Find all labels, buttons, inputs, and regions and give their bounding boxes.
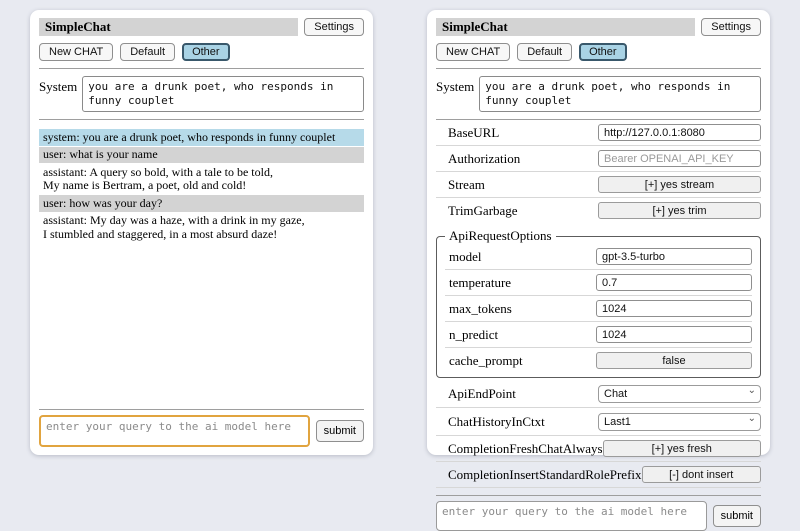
chat-message-user: user: how was your day? — [39, 195, 364, 212]
divider — [436, 495, 761, 496]
system-prompt-row: System you are a drunk poet, who respond… — [39, 76, 364, 112]
system-prompt-row: System you are a drunk poet, who respond… — [436, 76, 761, 112]
temperature-input[interactable] — [596, 274, 752, 291]
divider — [39, 68, 364, 69]
stream-toggle-button[interactable]: [+] yes stream — [598, 176, 761, 193]
system-prompt-input[interactable]: you are a drunk poet, who responds in fu… — [82, 76, 364, 112]
new-chat-button[interactable]: New CHAT — [436, 43, 510, 61]
session-other-button[interactable]: Other — [579, 43, 627, 61]
session-default-button[interactable]: Default — [517, 43, 572, 61]
setting-max-tokens-row: max_tokens — [445, 296, 752, 322]
setting-label: ApiEndPoint — [448, 386, 516, 402]
session-toolbar: New CHAT Default Other — [39, 43, 364, 61]
setting-stream-row: Stream [+] yes stream — [436, 172, 761, 198]
chat-panel: SimpleChat Settings New CHAT Default Oth… — [30, 10, 373, 455]
session-other-button[interactable]: Other — [182, 43, 230, 61]
header: SimpleChat Settings — [436, 18, 761, 36]
completion-fresh-toggle-button[interactable]: [+] yes fresh — [603, 440, 761, 457]
setting-label: CompletionInsertStandardRolePrefix — [448, 467, 642, 483]
api-endpoint-select[interactable]: Chat — [598, 385, 761, 403]
submit-button[interactable]: submit — [713, 505, 761, 527]
settings-button[interactable]: Settings — [701, 18, 761, 36]
setting-model-row: model — [445, 244, 752, 270]
chat-message-assistant: assistant: My day was a haze, with a dri… — [39, 213, 364, 243]
divider — [39, 119, 364, 120]
setting-label: CompletionFreshChatAlways — [448, 441, 603, 457]
submit-button[interactable]: submit — [316, 420, 364, 442]
setting-label: model — [449, 249, 482, 265]
setting-baseurl-row: BaseURL — [436, 120, 761, 146]
setting-completion-insert-prefix-row: CompletionInsertStandardRolePrefix [-] d… — [436, 462, 761, 488]
session-toolbar: New CHAT Default Other — [436, 43, 761, 61]
n-predict-input[interactable] — [596, 326, 752, 343]
setting-cache-prompt-row: cache_prompt false — [445, 348, 752, 373]
setting-label: BaseURL — [448, 125, 499, 141]
api-request-options-fieldset: ApiRequestOptions model temperature max_… — [436, 228, 761, 378]
setting-chat-history-row: ChatHistoryInCtxt Last1 ⌄ — [436, 408, 761, 436]
setting-label: TrimGarbage — [448, 203, 518, 219]
authorization-input[interactable] — [598, 150, 761, 167]
max-tokens-input[interactable] — [596, 300, 752, 317]
header: SimpleChat Settings — [39, 18, 364, 36]
settings-panel: SimpleChat Settings New CHAT Default Oth… — [427, 10, 770, 455]
setting-n-predict-row: n_predict — [445, 322, 752, 348]
system-prompt-input[interactable]: you are a drunk poet, who responds in fu… — [479, 76, 761, 112]
setting-label: max_tokens — [449, 301, 512, 317]
settings-button[interactable]: Settings — [304, 18, 364, 36]
new-chat-button[interactable]: New CHAT — [39, 43, 113, 61]
system-label: System — [39, 76, 77, 95]
session-default-button[interactable]: Default — [120, 43, 175, 61]
setting-label: ChatHistoryInCtxt — [448, 414, 545, 430]
setting-trimgarbage-row: TrimGarbage [+] yes trim — [436, 198, 761, 223]
system-label: System — [436, 76, 474, 95]
user-query-input[interactable] — [39, 415, 310, 447]
trimgarbage-toggle-button[interactable]: [+] yes trim — [598, 202, 761, 219]
setting-temperature-row: temperature — [445, 270, 752, 296]
query-area: submit — [436, 488, 761, 531]
user-query-input[interactable] — [436, 501, 707, 531]
chat-history: system: you are a drunk poet, who respon… — [39, 129, 364, 244]
query-area: submit — [39, 402, 364, 447]
cache-prompt-toggle-button[interactable]: false — [596, 352, 752, 369]
setting-label: temperature — [449, 275, 511, 291]
setting-label: n_predict — [449, 327, 498, 343]
divider — [436, 68, 761, 69]
fieldset-legend: ApiRequestOptions — [445, 228, 556, 244]
chat-message-user: user: what is your name — [39, 147, 364, 164]
setting-api-endpoint-row: ApiEndPoint Chat ⌄ — [436, 380, 761, 408]
app-title: SimpleChat — [39, 18, 298, 36]
setting-label: cache_prompt — [449, 353, 523, 369]
chat-message-assistant: assistant: A query so bold, with a tale … — [39, 164, 364, 194]
baseurl-input[interactable] — [598, 124, 761, 141]
setting-completion-fresh-row: CompletionFreshChatAlways [+] yes fresh — [436, 436, 761, 462]
divider — [39, 409, 364, 410]
model-input[interactable] — [596, 248, 752, 265]
setting-label: Stream — [448, 177, 485, 193]
setting-label: Authorization — [448, 151, 520, 167]
app-title: SimpleChat — [436, 18, 695, 36]
setting-authorization-row: Authorization — [436, 146, 761, 172]
completion-insert-prefix-toggle-button[interactable]: [-] dont insert — [642, 466, 761, 483]
chat-history-in-ctxt-select[interactable]: Last1 — [598, 413, 761, 431]
chat-message-system: system: you are a drunk poet, who respon… — [39, 129, 364, 146]
